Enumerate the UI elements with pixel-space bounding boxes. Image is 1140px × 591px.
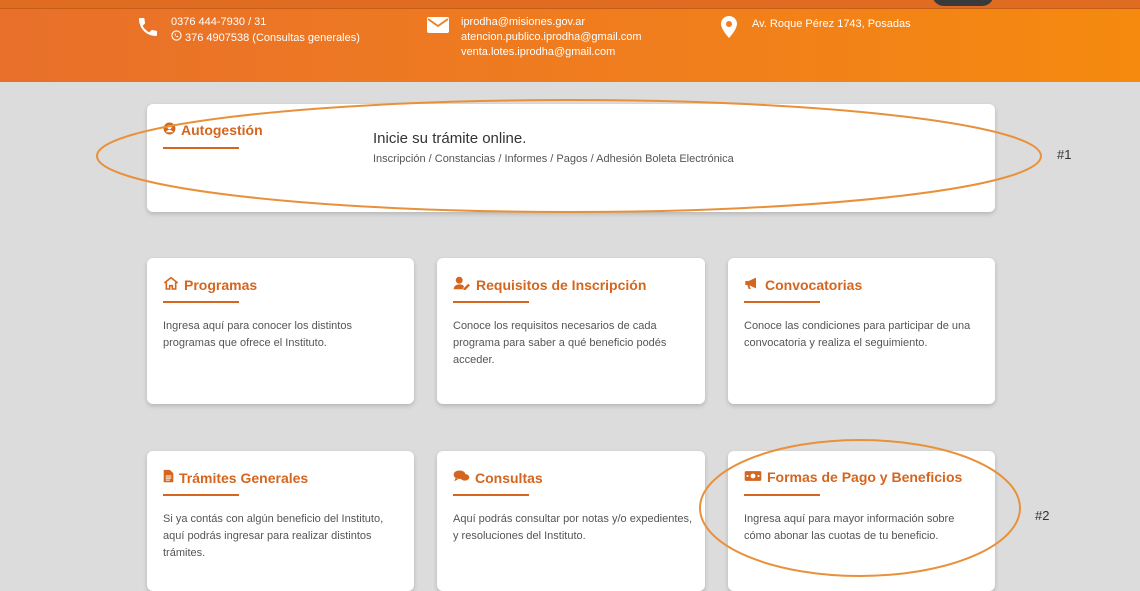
title-underline bbox=[744, 301, 820, 303]
email-link-1[interactable]: iprodha@misiones.gov.ar bbox=[461, 15, 642, 30]
title-underline bbox=[744, 494, 820, 496]
card-title: Consultas bbox=[475, 469, 543, 486]
house-icon bbox=[163, 276, 179, 293]
title-underline bbox=[453, 494, 529, 496]
card-title: Programas bbox=[184, 276, 258, 293]
autogestion-title: Autogestión bbox=[181, 122, 263, 138]
annotation-label-1: #1 bbox=[1057, 147, 1072, 162]
phone-icon bbox=[136, 15, 160, 44]
map-pin-icon bbox=[720, 15, 738, 44]
autogestion-subtitle: Inicie su trámite online. bbox=[373, 130, 527, 147]
title-underline bbox=[163, 147, 239, 149]
annotation-label-2: #2 bbox=[1035, 508, 1050, 523]
title-underline bbox=[163, 494, 239, 496]
autogestion-card[interactable]: Autogestión Inicie su trámite online. In… bbox=[147, 104, 995, 212]
card-description: Si ya contás con algún beneficio del Ins… bbox=[163, 513, 384, 559]
card-title: Convocatorias bbox=[765, 276, 863, 293]
phone-number-whatsapp[interactable]: 376 4907538 (Consultas generales) bbox=[185, 31, 360, 46]
card-title: Requisitos de Inscripción bbox=[476, 276, 647, 293]
programas-card[interactable]: Programas Ingresa aquí para conocer los … bbox=[147, 258, 414, 404]
card-description: Conoce las condiciones para participar d… bbox=[744, 320, 971, 349]
whatsapp-icon bbox=[171, 30, 182, 46]
formas-pago-card[interactable]: Formas de Pago y Beneficios Ingresa aquí… bbox=[728, 451, 995, 591]
nav-button[interactable] bbox=[932, 0, 994, 6]
tramites-card[interactable]: Trámites Generales Si ya contás con algú… bbox=[147, 451, 414, 591]
card-title: Formas de Pago y Beneficios bbox=[767, 469, 963, 485]
card-description: Aquí podrás consultar por notas y/o expe… bbox=[453, 513, 693, 542]
card-title: Trámites Generales bbox=[179, 469, 309, 486]
card-description: Conoce los requisitos necesarios de cada… bbox=[453, 320, 667, 366]
email-link-3[interactable]: venta.lotes.iprodha@gmail.com bbox=[461, 45, 642, 60]
user-circle-icon bbox=[163, 122, 176, 138]
title-underline bbox=[453, 301, 529, 303]
consultas-card[interactable]: Consultas Aquí podrás consultar por nota… bbox=[437, 451, 705, 591]
phone-number-main[interactable]: 0376 444-7930 / 31 bbox=[171, 15, 360, 30]
convocatorias-card[interactable]: Convocatorias Conoce las condiciones par… bbox=[728, 258, 995, 404]
money-bill-icon bbox=[744, 469, 762, 485]
address-text: Av. Roque Pérez 1743, Posadas bbox=[752, 18, 911, 30]
envelope-icon bbox=[426, 15, 450, 40]
title-underline bbox=[163, 301, 239, 303]
comments-icon bbox=[453, 469, 470, 486]
header-bar: 0376 444-7930 / 31 376 4907538 (Consulta… bbox=[0, 0, 1140, 82]
card-description: Ingresa aquí para mayor información sobr… bbox=[744, 513, 955, 542]
card-description: Ingresa aquí para conocer los distintos … bbox=[163, 320, 352, 349]
user-edit-icon bbox=[453, 276, 471, 293]
email-link-2[interactable]: atencion.publico.iprodha@gmail.com bbox=[461, 30, 642, 45]
megaphone-icon bbox=[744, 276, 760, 293]
file-icon bbox=[163, 469, 174, 486]
requisitos-card[interactable]: Requisitos de Inscripción Conoce los req… bbox=[437, 258, 705, 404]
autogestion-description: Inscripción / Constancias / Informes / P… bbox=[373, 153, 734, 165]
